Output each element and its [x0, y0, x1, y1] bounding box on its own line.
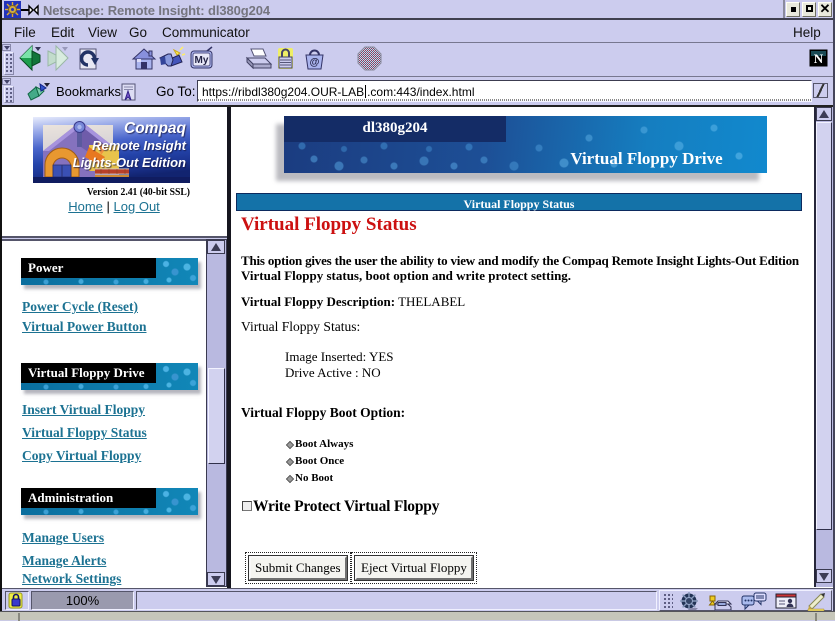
- svg-text:@: @: [310, 57, 320, 68]
- svg-text:My: My: [195, 55, 209, 66]
- svg-text:N: N: [814, 51, 824, 66]
